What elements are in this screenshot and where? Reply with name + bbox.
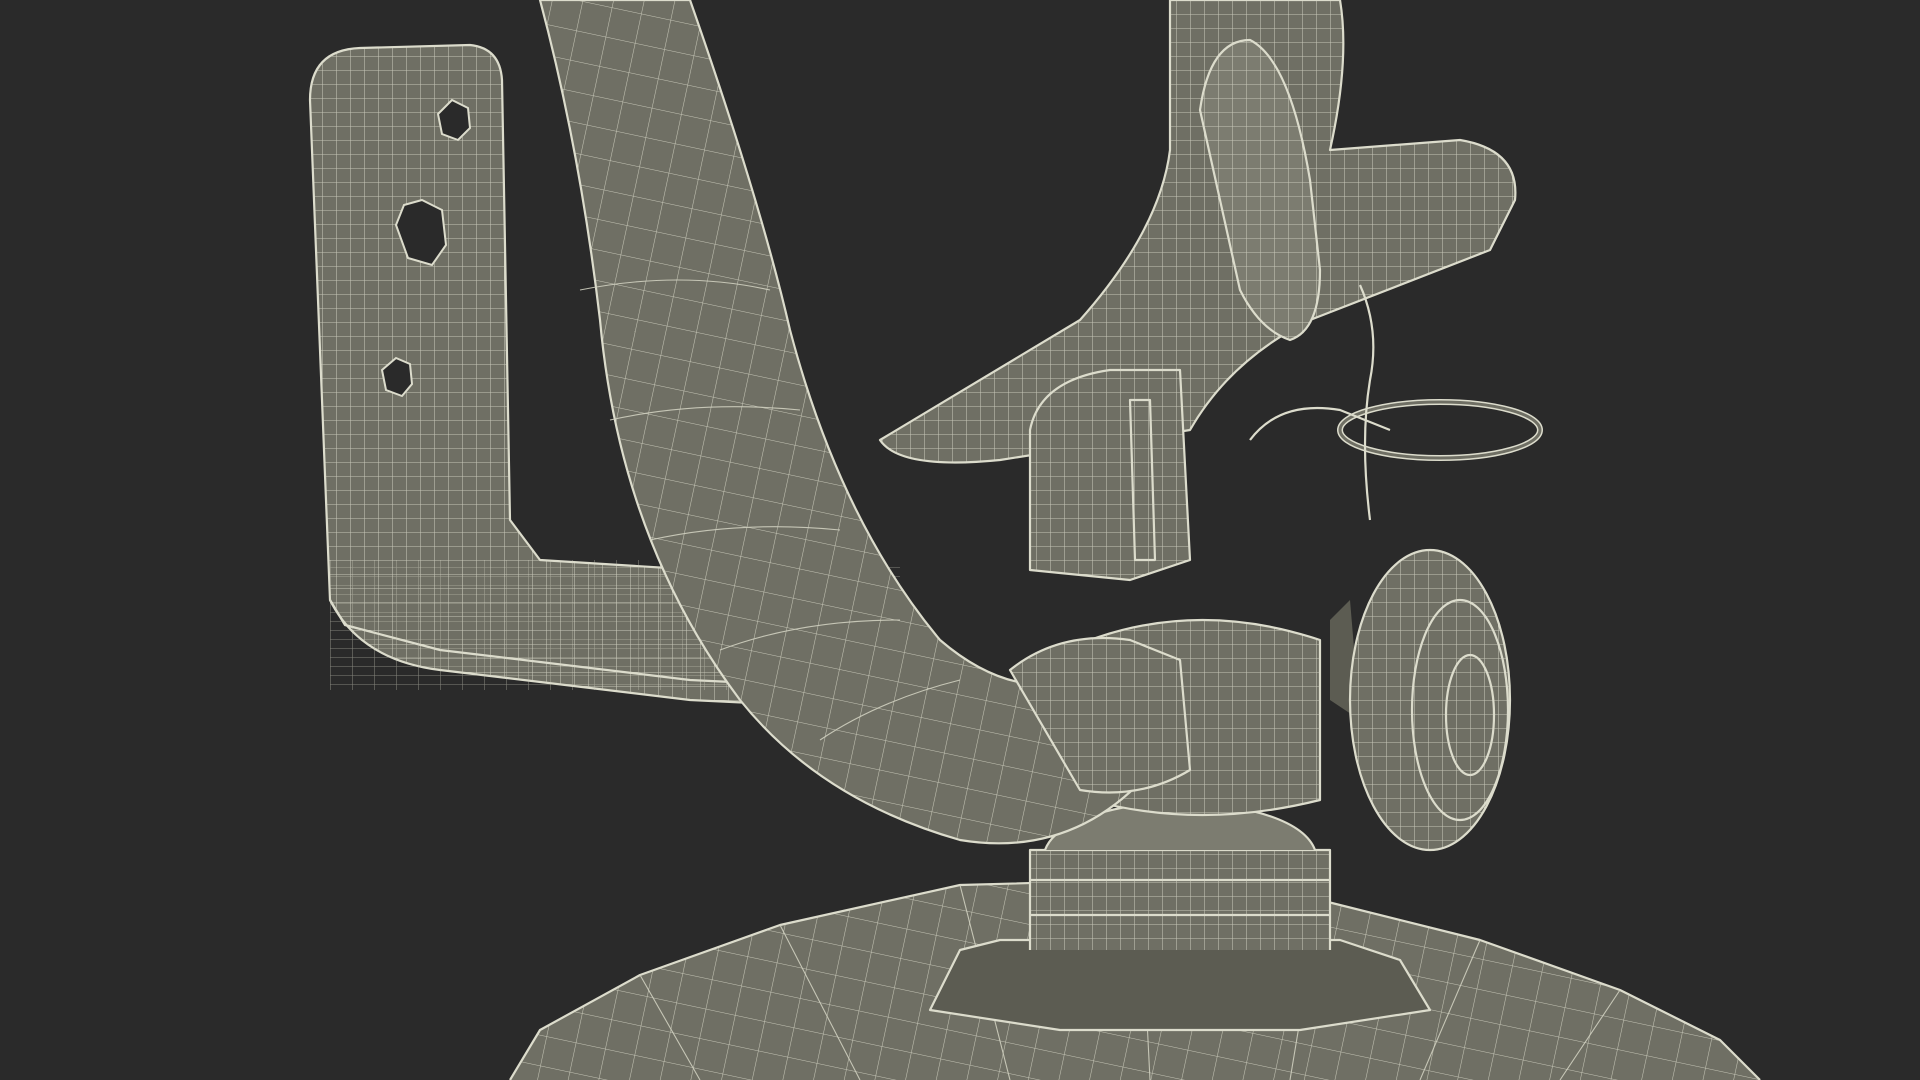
wireframe-render (308, 0, 1761, 1080)
side-cap (1330, 548, 1512, 852)
clamp-block (1028, 368, 1192, 582)
upper-arm (878, 0, 1517, 464)
render-viewport (0, 0, 1920, 1080)
